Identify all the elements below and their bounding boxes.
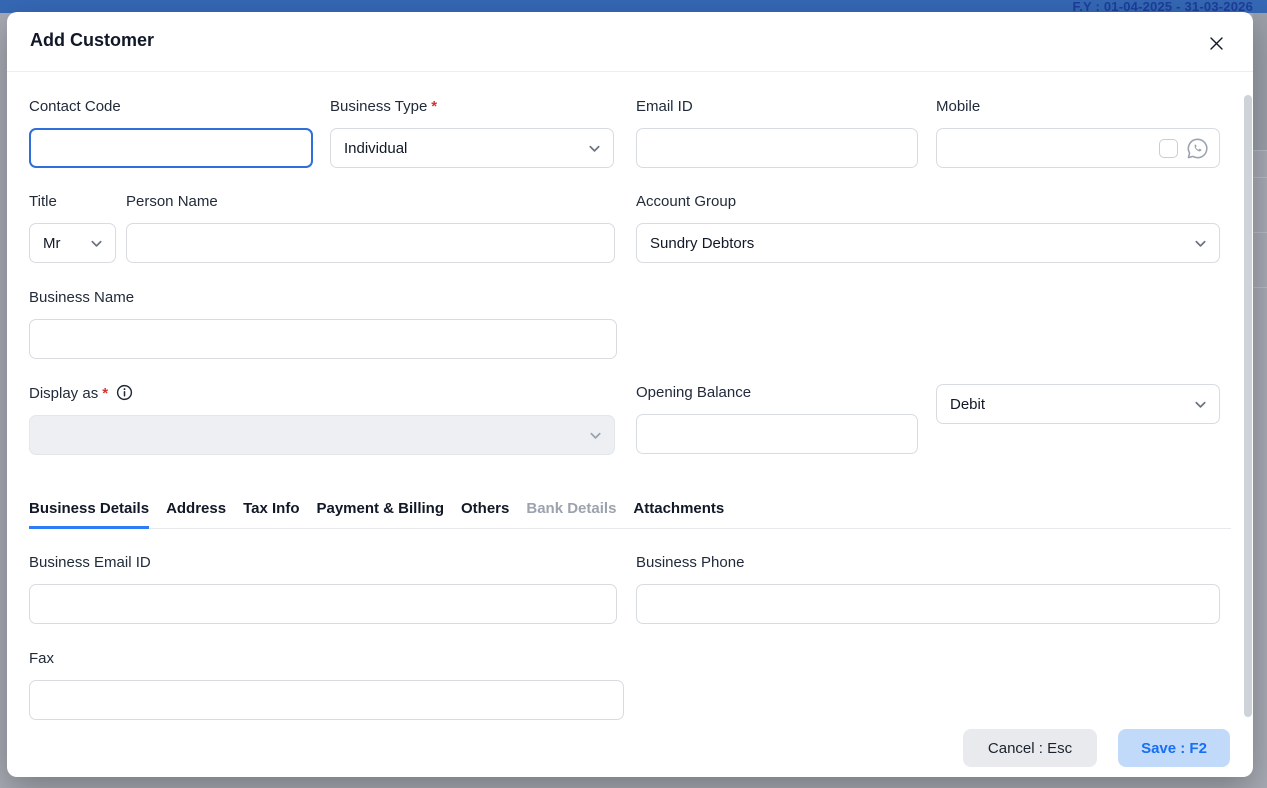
- required-asterisk: *: [431, 98, 437, 115]
- person-name-field: Person Name: [126, 193, 615, 263]
- display-as-select: [29, 415, 615, 455]
- balance-type-select[interactable]: Debit: [936, 384, 1220, 424]
- business-name-input[interactable]: [29, 319, 617, 359]
- person-name-input[interactable]: [126, 223, 615, 263]
- required-asterisk: *: [102, 385, 108, 402]
- business-email-field: Business Email ID: [29, 554, 617, 624]
- whatsapp-checkbox[interactable]: [1159, 139, 1178, 158]
- business-email-input[interactable]: [29, 584, 617, 624]
- title-select[interactable]: Mr: [29, 223, 116, 263]
- business-type-value: Individual: [344, 140, 407, 157]
- business-name-field: Business Name: [29, 289, 617, 359]
- cancel-button[interactable]: Cancel : Esc: [963, 729, 1097, 767]
- mobile-field: Mobile: [936, 98, 1220, 168]
- tab-business-details[interactable]: Business Details: [29, 500, 149, 529]
- modal-title: Add Customer: [30, 30, 154, 51]
- background-row-divider: [1253, 150, 1267, 151]
- whatsapp-icon[interactable]: [1185, 136, 1210, 161]
- fax-field: Fax: [29, 650, 624, 720]
- chevron-down-icon: [1193, 236, 1208, 251]
- opening-balance-input[interactable]: [636, 414, 918, 454]
- account-group-select[interactable]: Sundry Debtors: [636, 223, 1220, 263]
- title-value: Mr: [43, 235, 61, 252]
- chevron-down-icon: [588, 428, 603, 443]
- business-phone-input[interactable]: [636, 584, 1220, 624]
- detail-tabs: Business Details Address Tax Info Paymen…: [29, 500, 1231, 529]
- business-type-label: Business Type: [330, 98, 427, 115]
- account-group-label: Account Group: [636, 193, 1220, 210]
- modal-header: Add Customer: [7, 12, 1253, 72]
- chevron-down-icon: [89, 236, 104, 251]
- close-icon: [1209, 36, 1224, 51]
- add-customer-modal: Add Customer Contact Code Business Type*…: [7, 12, 1253, 777]
- tab-payment-billing[interactable]: Payment & Billing: [316, 500, 444, 529]
- business-name-label: Business Name: [29, 289, 617, 306]
- email-id-field: Email ID: [636, 98, 918, 168]
- fax-label: Fax: [29, 650, 624, 667]
- tab-bank-details: Bank Details: [526, 500, 616, 529]
- tab-tax-info[interactable]: Tax Info: [243, 500, 299, 529]
- contact-code-input[interactable]: [29, 128, 313, 168]
- person-name-label: Person Name: [126, 193, 615, 210]
- display-as-label: Display as: [29, 385, 98, 402]
- mobile-label: Mobile: [936, 98, 1220, 115]
- title-label: Title: [29, 193, 116, 210]
- contact-code-field: Contact Code: [29, 98, 313, 168]
- balance-type-value: Debit: [950, 396, 985, 413]
- close-button[interactable]: [1203, 30, 1229, 56]
- contact-code-label: Contact Code: [29, 98, 313, 115]
- save-button[interactable]: Save : F2: [1118, 729, 1230, 767]
- business-type-select[interactable]: Individual: [330, 128, 614, 168]
- background-row-divider: [1253, 177, 1267, 178]
- account-group-value: Sundry Debtors: [650, 235, 754, 252]
- tab-address[interactable]: Address: [166, 500, 226, 529]
- business-phone-label: Business Phone: [636, 554, 1220, 571]
- display-as-field: Display as*: [29, 384, 615, 455]
- account-group-field: Account Group Sundry Debtors: [636, 193, 1220, 263]
- info-icon[interactable]: [116, 384, 133, 401]
- email-id-input[interactable]: [636, 128, 918, 168]
- background-row-divider: [1253, 232, 1267, 233]
- tab-others[interactable]: Others: [461, 500, 509, 529]
- opening-balance-field: Opening Balance: [636, 384, 918, 454]
- background-page: [1253, 13, 1267, 150]
- tab-attachments[interactable]: Attachments: [633, 500, 724, 529]
- balance-type-field: Debit: [936, 384, 1220, 424]
- chevron-down-icon: [587, 141, 602, 156]
- business-email-label: Business Email ID: [29, 554, 617, 571]
- business-phone-field: Business Phone: [636, 554, 1220, 624]
- email-id-label: Email ID: [636, 98, 918, 115]
- business-type-field: Business Type* Individual: [330, 98, 614, 168]
- title-field: Title Mr: [29, 193, 116, 263]
- chevron-down-icon: [1193, 397, 1208, 412]
- modal-scrollbar[interactable]: [1244, 95, 1252, 717]
- opening-balance-label: Opening Balance: [636, 384, 918, 401]
- background-row-divider: [1253, 287, 1267, 288]
- fax-input[interactable]: [29, 680, 624, 720]
